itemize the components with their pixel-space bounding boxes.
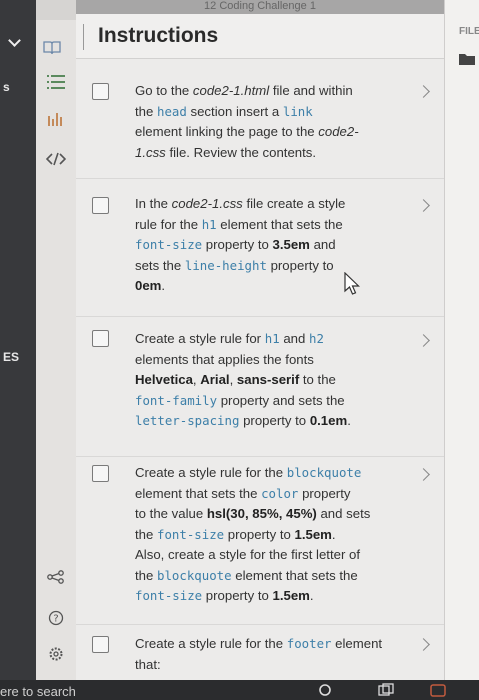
task-text: Create a style rule for the blockquote e… (135, 465, 371, 603)
right-sidebar: FILE (444, 0, 479, 700)
list-icon[interactable] (36, 74, 76, 93)
taskbar-search[interactable]: ere to search (0, 684, 76, 699)
task-text: Create a style rule for the footer eleme… (135, 636, 383, 672)
expand-chevron-icon[interactable] (417, 334, 430, 347)
book-icon[interactable] (43, 41, 61, 59)
cortana-icon[interactable] (318, 683, 332, 700)
file-label: FILE (459, 26, 479, 37)
toolbar: ? (36, 20, 76, 680)
task-text: Go to the code2-1.html file and within t… (135, 83, 359, 160)
instructions-header: Instructions (43, 14, 444, 59)
task-checkbox[interactable] (92, 636, 109, 653)
task-item[interactable]: Go to the code2-1.html file and within t… (76, 60, 444, 179)
header-divider (83, 24, 84, 50)
left-text-fragment: ES (3, 350, 20, 364)
expand-chevron-icon[interactable] (417, 638, 430, 651)
task-item[interactable]: Create a style rule for h1 and h2 elemen… (76, 316, 444, 457)
instructions-panel: 12 Coding Challenge 1 Instructions Go to… (43, 0, 444, 700)
app-icon[interactable] (430, 683, 446, 700)
task-checkbox[interactable] (92, 330, 109, 347)
task-checkbox[interactable] (92, 465, 109, 482)
code-icon[interactable] (36, 152, 76, 169)
task-checkbox[interactable] (92, 83, 109, 100)
task-item[interactable]: Create a style rule for the blockquote e… (76, 456, 444, 625)
left-text-fragment: s (3, 80, 10, 94)
page-title: Instructions (98, 24, 219, 47)
task-item[interactable]: Create a style rule for the footer eleme… (76, 624, 444, 680)
task-text: Create a style rule for h1 and h2 elemen… (135, 331, 351, 428)
panel-top-title: 12 Coding Challenge 1 (76, 0, 444, 14)
taskbar: ere to search (0, 680, 479, 700)
task-text: In the code2-1.css file create a style r… (135, 196, 346, 293)
folder-icon[interactable] (459, 52, 475, 70)
help-icon[interactable]: ? (36, 610, 76, 629)
task-view-icon[interactable] (378, 683, 394, 700)
left-sidebar: s ES (0, 0, 36, 700)
chevron-down-icon[interactable] (8, 34, 21, 47)
mouse-cursor-icon (344, 272, 360, 295)
task-checkbox[interactable] (92, 197, 109, 214)
chart-icon[interactable] (36, 110, 76, 129)
share-icon[interactable] (36, 570, 76, 587)
expand-chevron-icon[interactable] (417, 199, 430, 212)
expand-chevron-icon[interactable] (417, 468, 430, 481)
expand-chevron-icon[interactable] (417, 85, 430, 98)
settings-icon[interactable] (36, 646, 76, 665)
task-item[interactable]: In the code2-1.css file create a style r… (76, 178, 444, 317)
svg-text:?: ? (53, 614, 58, 625)
